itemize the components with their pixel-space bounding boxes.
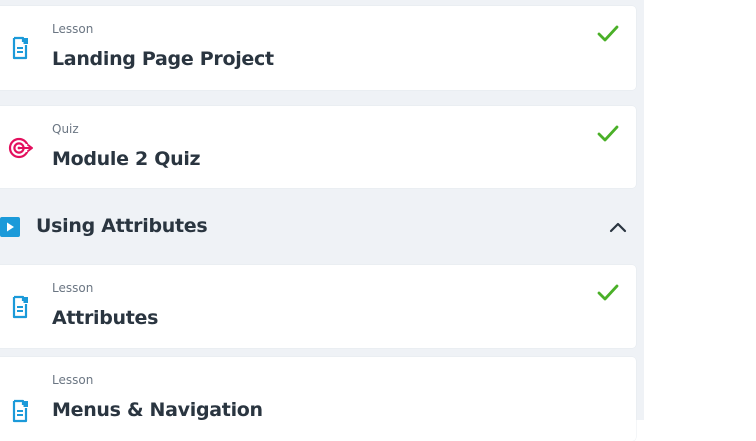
section-title: Using Attributes bbox=[36, 215, 208, 237]
item-title[interactable]: Landing Page Project bbox=[52, 48, 274, 70]
item-type-label: Quiz bbox=[52, 122, 79, 136]
item-type-label: Lesson bbox=[52, 22, 94, 36]
lesson-item[interactable]: Lesson Landing Page Project bbox=[0, 6, 636, 90]
checkmark-icon bbox=[596, 283, 620, 303]
checkmark-icon bbox=[596, 124, 620, 144]
checkmark-icon bbox=[596, 24, 620, 44]
item-title[interactable]: Menus & Navigation bbox=[52, 399, 263, 421]
video-play-icon bbox=[0, 217, 20, 237]
item-title[interactable]: Module 2 Quiz bbox=[52, 148, 201, 170]
quiz-target-icon bbox=[8, 136, 33, 160]
lesson-document-icon bbox=[8, 399, 32, 423]
item-type-label: Lesson bbox=[52, 281, 94, 295]
quiz-item[interactable]: Quiz Module 2 Quiz bbox=[0, 106, 636, 188]
course-outline-panel: Lesson Landing Page Project Quiz Module … bbox=[0, 0, 644, 441]
item-type-label: Lesson bbox=[52, 373, 94, 387]
lesson-item[interactable]: Lesson Attributes bbox=[0, 265, 636, 348]
chevron-up-icon[interactable] bbox=[606, 219, 630, 235]
lesson-document-icon bbox=[8, 295, 32, 319]
item-title[interactable]: Attributes bbox=[52, 307, 158, 329]
section-header[interactable]: Using Attributes bbox=[0, 206, 636, 250]
lesson-item[interactable]: Lesson Menus & Navigation bbox=[0, 357, 636, 441]
lesson-document-icon bbox=[8, 36, 32, 60]
